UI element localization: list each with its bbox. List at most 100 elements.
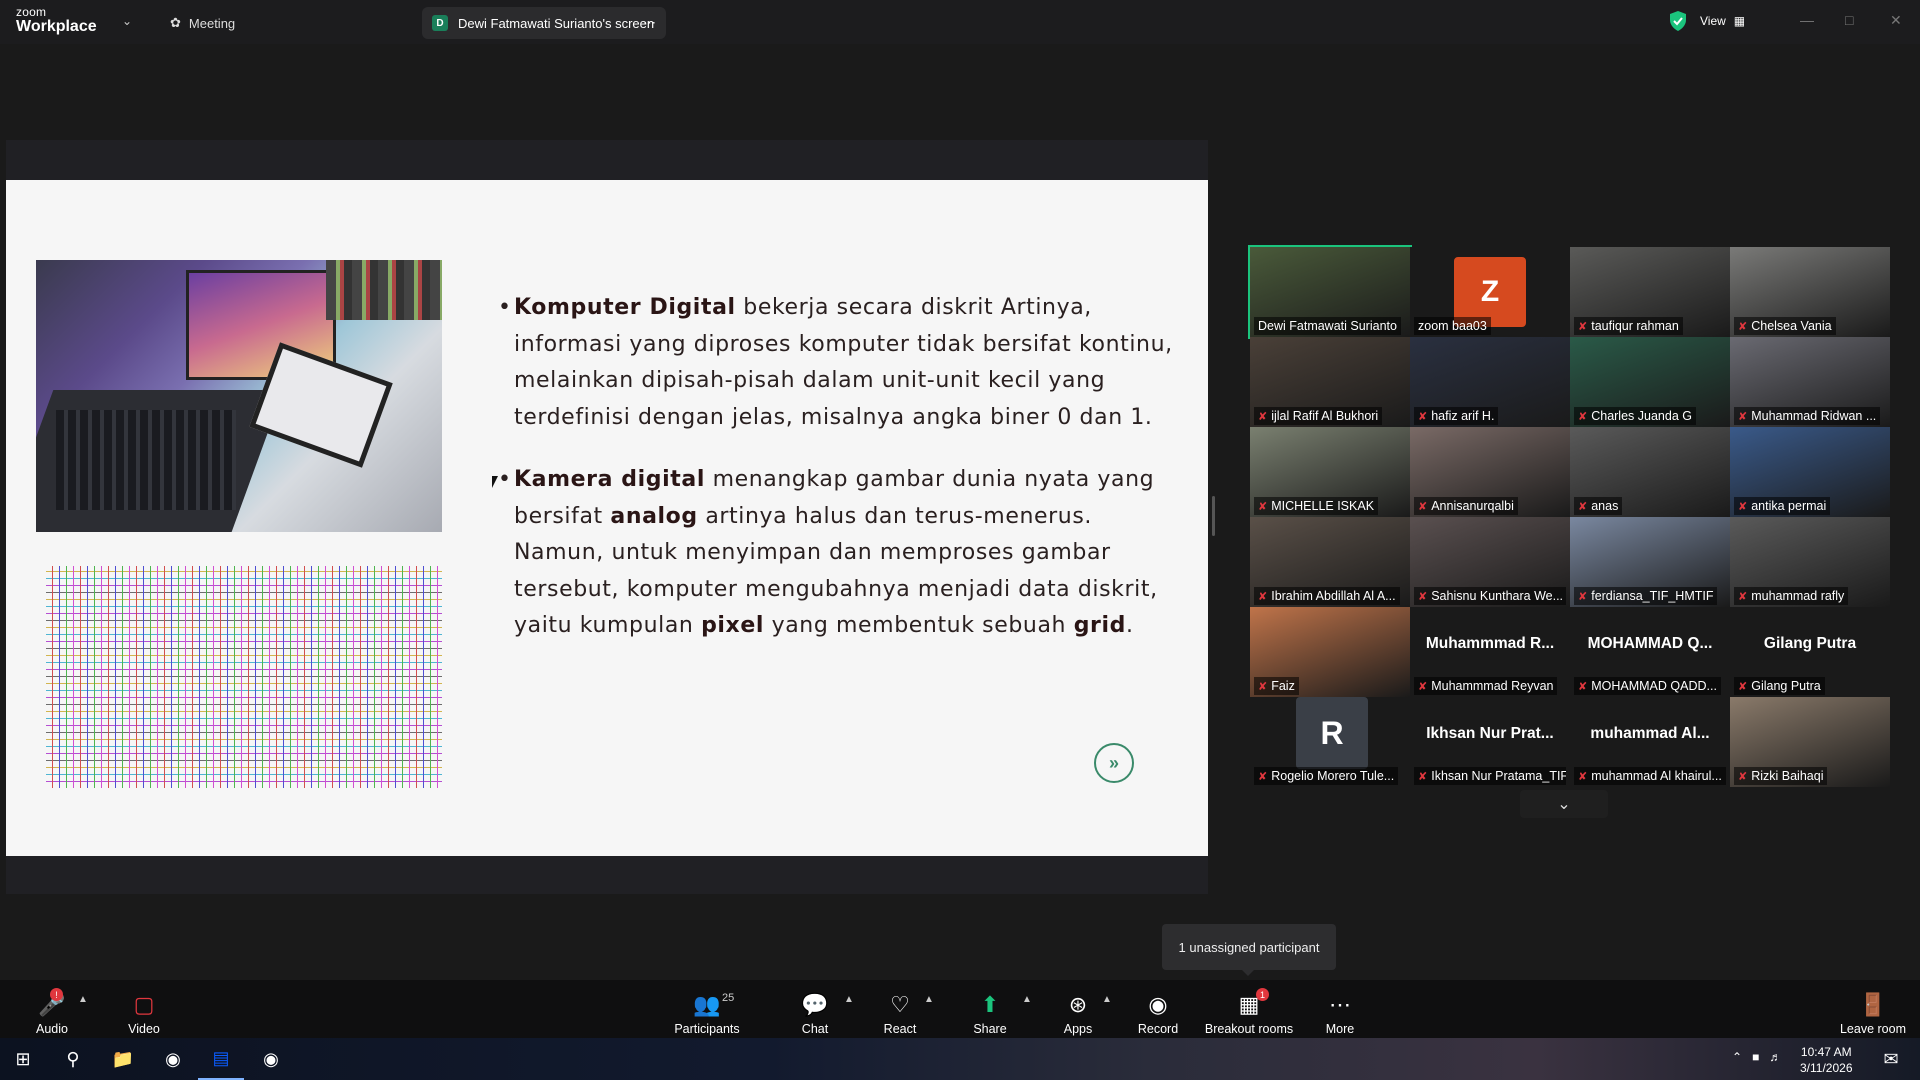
participant-name-label: ✘ Muhammad Ridwan ...	[1734, 407, 1881, 425]
participant-tile[interactable]: ✘ Rizki Baihaqi	[1730, 697, 1890, 787]
chevron-down-icon[interactable]: ⌄	[122, 14, 132, 28]
apps-caret-icon[interactable]: ▲	[1102, 994, 1112, 1005]
participant-tile[interactable]: Gilang Putra ✘ Gilang Putra	[1730, 607, 1890, 697]
participant-tile[interactable]: ✘ hafiz arif H.	[1410, 337, 1570, 427]
participant-tile[interactable]: Muhammmad R... ✘ Muhammmad Reyvan	[1410, 607, 1570, 697]
participant-name: MOHAMMAD QADD...	[1591, 679, 1717, 693]
participant-name: zoom baa03	[1418, 319, 1487, 333]
double-chevron-right-icon[interactable]: »	[1094, 743, 1134, 783]
participant-tile[interactable]: Zzoom baa03	[1410, 247, 1570, 337]
participant-tile[interactable]: muhammad Al... ✘ muhammad Al khairul...	[1570, 697, 1730, 787]
participant-tile[interactable]: Dewi Fatmawati Surianto	[1248, 245, 1412, 339]
participant-tile[interactable]: MOHAMMAD Q... ✘ MOHAMMAD QADD...	[1570, 607, 1730, 697]
participant-name-label: Dewi Fatmawati Surianto	[1254, 317, 1401, 335]
chevron-down-icon[interactable]: ⌄	[1520, 790, 1608, 818]
video-label: Video	[128, 1022, 160, 1036]
tab-screen-share[interactable]: D Dewi Fatmawati Surianto's screen ⋯	[422, 7, 666, 39]
participant-tile[interactable]: ✘ Ibrahim Abdillah Al A...	[1250, 517, 1410, 607]
zoom-logo[interactable]: zoom Workplace	[16, 6, 97, 35]
share-badge: D	[432, 15, 448, 31]
clock-time: 10:47 AM	[1800, 1045, 1852, 1059]
view-button[interactable]: View ▦	[1700, 8, 1760, 34]
more-button[interactable]: ⋯ More	[1320, 984, 1360, 1036]
participant-name-label: ✘ ijlal Rafif Al Bukhori	[1254, 407, 1383, 425]
participant-name-label: ✘ MICHELLE ISKAK	[1254, 497, 1379, 515]
shield-icon[interactable]	[1668, 10, 1688, 32]
minimize-icon[interactable]: —	[1800, 12, 1814, 28]
participant-tile[interactable]: ✘ Annisanurqalbi	[1410, 427, 1570, 517]
close-icon[interactable]: ✕	[1890, 12, 1902, 29]
mic-muted-icon: ✘	[1578, 770, 1588, 783]
mic-muted-icon: ✘	[1258, 590, 1268, 603]
tab-meeting[interactable]: ✿ Meeting	[170, 10, 235, 36]
breakout-rooms-button[interactable]: ▦ Breakout rooms	[1204, 984, 1294, 1036]
chrome-icon[interactable]: ◉	[150, 1038, 196, 1080]
slide-bullets: • Komputer Digital bekerja secara diskri…	[498, 290, 1188, 671]
more-icon: ⋯	[1329, 992, 1351, 1017]
zoom-app-icon[interactable]: ▤	[198, 1038, 244, 1080]
mic-muted-icon: ✘	[1578, 320, 1588, 333]
participant-tile[interactable]: ✘ antika permai	[1730, 427, 1890, 517]
video-button[interactable]: ▢ Video	[122, 984, 166, 1036]
chrome-icon-2[interactable]: ◉	[248, 1038, 294, 1080]
maximize-icon[interactable]: □	[1845, 12, 1853, 28]
bullet2-bold1: Kamera digital	[514, 467, 705, 492]
meeting-toolbar: 🎤 Audio ! ▲ ▢ Video 👥 Participants 25 💬 …	[0, 980, 1920, 1038]
participant-tile[interactable]: ✘ Faiz	[1250, 607, 1410, 697]
participant-tile[interactable]: ✘ Muhammad Ridwan ...	[1730, 337, 1890, 427]
share-caret-icon[interactable]: ▲	[1022, 994, 1032, 1005]
record-icon: ◉	[1148, 992, 1168, 1017]
tab-meeting-label: Meeting	[188, 15, 236, 31]
participant-name: anas	[1591, 499, 1619, 513]
participant-name-label: ✘ Ibrahim Abdillah Al A...	[1254, 587, 1400, 605]
more-options-icon[interactable]: ⋯	[643, 15, 656, 31]
participant-name: muhammad Al khairul...	[1591, 769, 1722, 783]
audio-caret-icon[interactable]: ▲	[78, 994, 88, 1005]
leave-room-button[interactable]: 🚪 Leave room	[1836, 984, 1910, 1036]
search-icon[interactable]: ⚲	[50, 1038, 96, 1080]
participant-name-label: ✘ taufiqur rahman	[1574, 317, 1683, 335]
react-label: React	[883, 1022, 917, 1036]
chat-caret-icon[interactable]: ▲	[844, 994, 854, 1005]
bullet1-bold: Komputer Digital	[514, 295, 736, 320]
mic-muted-icon: ✘	[1578, 590, 1588, 603]
notification-icon[interactable]: ✉	[1868, 1038, 1914, 1080]
react-button[interactable]: ♡ React	[880, 984, 920, 1036]
participant-tile[interactable]: R ✘ Rogelio Morero Tule...	[1250, 697, 1410, 787]
react-caret-icon[interactable]: ▲	[924, 994, 934, 1005]
participant-tile[interactable]: ✘ taufiqur rahman	[1570, 247, 1730, 337]
mouse-cursor-icon	[492, 476, 498, 488]
participant-tile[interactable]: ✘ muhammad rafly	[1730, 517, 1890, 607]
file-explorer-icon[interactable]: 📁	[100, 1038, 146, 1080]
participant-name-label: ✘ MOHAMMAD QADD...	[1574, 677, 1721, 695]
volume-icon[interactable]: ♬	[1769, 1050, 1781, 1064]
leave-label: Leave room	[1839, 1022, 1906, 1036]
participant-tile[interactable]: ✘ ijlal Rafif Al Bukhori	[1250, 337, 1410, 427]
apps-button[interactable]: ⊛ Apps	[1058, 984, 1098, 1036]
mic-muted-icon: ✘	[1578, 410, 1588, 423]
record-button[interactable]: ◉ Record	[1138, 984, 1178, 1036]
participant-tile[interactable]: ✘ ferdiansa_TIF_HMTIF	[1570, 517, 1730, 607]
chat-button[interactable]: 💬 Chat	[795, 984, 835, 1036]
logo-line2: Workplace	[16, 18, 97, 35]
breakout-label: Breakout rooms	[1204, 1022, 1294, 1036]
chevron-up-icon[interactable]: ⌃	[1732, 1050, 1742, 1064]
network-icon[interactable]: ■	[1752, 1050, 1759, 1064]
participant-tile[interactable]: ✘ Charles Juanda G	[1570, 337, 1730, 427]
panel-splitter[interactable]	[1212, 496, 1215, 536]
system-tray[interactable]: ⌃ ■ ♬	[1732, 1050, 1781, 1064]
participant-tile[interactable]: Ikhsan Nur Prat... ✘ Ikhsan Nur Pratama_TI…	[1410, 697, 1570, 787]
apps-label: Apps	[1063, 1022, 1093, 1036]
share-button[interactable]: ⬆ Share	[970, 984, 1010, 1036]
bullet2-t3: yang membentuk sebuah	[764, 613, 1074, 638]
windows-start-icon[interactable]: ⊞	[0, 1038, 46, 1080]
participant-tile[interactable]: ✘ MICHELLE ISKAK	[1250, 427, 1410, 517]
participant-tile[interactable]: ✘ Chelsea Vania	[1730, 247, 1890, 337]
participant-tile[interactable]: ✘ anas	[1570, 427, 1730, 517]
participant-display-name: MOHAMMAD Q...	[1587, 635, 1713, 652]
participant-name: Muhammmad Reyvan	[1431, 679, 1554, 693]
participant-tile[interactable]: ✘ Sahisnu Kunthara We...	[1410, 517, 1570, 607]
title-bar: zoom Workplace ⌄ ✿ Meeting D Dewi Fatmaw…	[0, 0, 1920, 44]
participant-name-label: ✘ ferdiansa_TIF_HMTIF	[1574, 587, 1718, 605]
taskbar-clock[interactable]: 10:47 AM 3/11/2026	[1800, 1044, 1853, 1076]
